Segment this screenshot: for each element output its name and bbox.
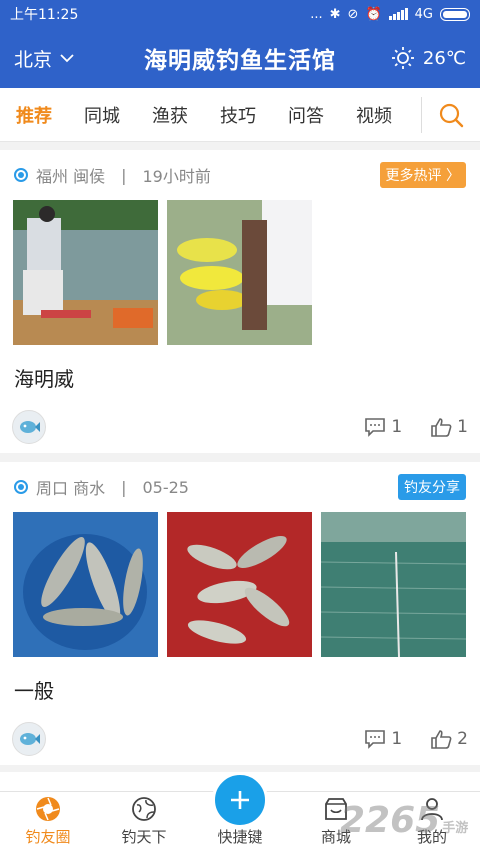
nav-label: 快捷键 [217, 828, 263, 846]
comment-icon [365, 418, 386, 437]
post-meta: 周口 商水 | 05-25 钓友分享 [0, 462, 480, 512]
fish-icon [20, 421, 40, 433]
globe-icon [132, 797, 156, 821]
category-tabs: 推荐 同城 渔获 技巧 问答 视频 [0, 88, 480, 142]
post-photo[interactable] [167, 200, 312, 345]
bluetooth-icon: ✱ [329, 6, 341, 22]
post-time: 05-25 [142, 477, 189, 497]
more-dots-icon: ... [310, 6, 323, 22]
share-badge[interactable]: 钓友分享 [398, 474, 466, 500]
tab-video[interactable]: 视频 [356, 102, 392, 128]
status-icons: ... ✱ ⊘ ⏰ 4G [310, 7, 470, 22]
post-photo[interactable] [13, 200, 158, 345]
tab-qa[interactable]: 问答 [288, 102, 324, 128]
mute-icon: ⊘ [347, 6, 359, 22]
post-photos [0, 200, 480, 345]
post-location: 福州 闽侯 [36, 167, 106, 186]
location-dot-icon [14, 480, 28, 494]
post-stats: 1 1 [364, 417, 468, 437]
tab-catch[interactable]: 渔获 [152, 102, 188, 128]
comment-count: 1 [391, 729, 403, 749]
nav-label: 钓天下 [121, 828, 167, 846]
app-header: 上午11:25 ... ✱ ⊘ ⏰ 4G 北京 海明威钓鱼生活馆 26℃ [0, 0, 480, 88]
like-stat[interactable]: 2 [430, 729, 468, 749]
more-comments-badge[interactable]: 更多热评 〉 [379, 162, 466, 188]
tab-skills[interactable]: 技巧 [220, 102, 256, 128]
tab-local[interactable]: 同城 [84, 102, 120, 128]
like-stat[interactable]: 1 [430, 417, 468, 437]
app-bar: 北京 海明威钓鱼生活馆 26℃ [0, 28, 480, 88]
comment-count: 1 [391, 417, 403, 437]
post-location: 周口 商水 [36, 479, 106, 498]
status-bar: 上午11:25 ... ✱ ⊘ ⏰ 4G [0, 0, 480, 28]
battery-icon [440, 7, 470, 21]
tab-recommend[interactable]: 推荐 [16, 102, 52, 128]
like-count: 1 [457, 417, 468, 437]
quick-action-button[interactable] [212, 772, 268, 828]
post-footer: 1 2 [0, 713, 480, 765]
city-selector[interactable]: 北京 [14, 45, 74, 72]
fish-icon [20, 733, 40, 745]
plus-icon [231, 791, 249, 809]
watermark: 2265手游网 [340, 800, 480, 853]
aperture-icon [36, 797, 60, 821]
post-photo[interactable] [167, 512, 312, 657]
post-card[interactable]: 周口 商水 | 05-25 钓友分享 一般 1 2 [0, 462, 480, 765]
thumb-up-icon [431, 730, 452, 749]
thumb-up-icon [431, 418, 452, 437]
comment-stat[interactable]: 1 [364, 417, 402, 437]
status-time: 上午11:25 [10, 7, 79, 23]
post-title[interactable]: 一般 [0, 657, 480, 713]
weather-widget[interactable]: 26℃ [391, 46, 466, 70]
post-time: 19小时前 [142, 167, 211, 186]
temperature: 26℃ [422, 47, 466, 69]
post-title[interactable]: 海明威 [0, 345, 480, 401]
post-meta: 福州 闽侯 | 19小时前 更多热评 〉 [0, 150, 480, 200]
search-icon[interactable] [438, 102, 464, 128]
nav-anglers-circle[interactable]: 钓友圈 [0, 792, 96, 853]
alarm-icon: ⏰ [365, 6, 382, 22]
meta-separator: | [121, 165, 127, 185]
post-photos [0, 512, 480, 657]
network-type: 4G [414, 6, 433, 22]
tab-divider [421, 97, 422, 133]
location-dot-icon [14, 168, 28, 182]
post-photo[interactable] [13, 512, 158, 657]
comment-stat[interactable]: 1 [364, 729, 402, 749]
watermark-text: 2265 [340, 800, 441, 841]
meta-separator: | [121, 477, 127, 497]
nav-label: 钓友圈 [25, 828, 71, 846]
comment-icon [365, 730, 386, 749]
post-footer: 1 1 [0, 401, 480, 453]
post-photo[interactable] [321, 512, 466, 657]
nav-fishing-world[interactable]: 钓天下 [96, 792, 192, 853]
chevron-down-icon [60, 54, 74, 63]
post-card[interactable]: 福州 闽侯 | 19小时前 更多热评 〉 海明威 1 1 [0, 150, 480, 453]
post-stats: 1 2 [364, 729, 468, 749]
city-label: 北京 [14, 48, 53, 71]
avatar[interactable] [12, 410, 46, 444]
sun-icon [391, 47, 414, 69]
like-count: 2 [457, 729, 468, 749]
avatar[interactable] [12, 722, 46, 756]
signal-icon [388, 8, 408, 20]
